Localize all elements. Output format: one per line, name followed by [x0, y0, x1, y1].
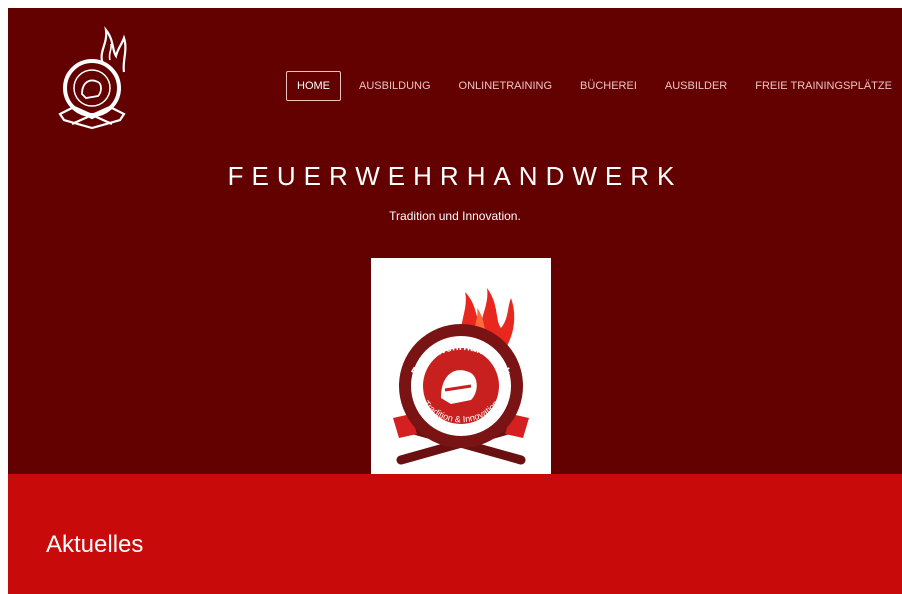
nav-item-ausbilder[interactable]: AUSBILDER	[651, 72, 741, 100]
nav-item-freie-trainingsplaetze[interactable]: FREIE TRAININGSPLÄTZE	[741, 72, 902, 100]
main-navigation: HOME AUSBILDUNG ONLINETRAINING BÜCHEREI …	[286, 71, 902, 101]
news-section: Aktuelles	[8, 474, 902, 594]
site-tagline: Tradition und Innovation.	[389, 209, 521, 223]
site-title: FEUERWEHRHANDWERK	[227, 161, 683, 191]
nav-item-home[interactable]: HOME	[286, 71, 341, 101]
page: HOME AUSBILDUNG ONLINETRAINING BÜCHEREI …	[0, 0, 902, 594]
site-logo-icon[interactable]	[48, 22, 138, 134]
nav-item-ausbildung[interactable]: AUSBILDUNG	[345, 72, 445, 100]
news-heading: Aktuelles	[46, 531, 144, 558]
nav-item-buecherei[interactable]: BÜCHEREI	[566, 72, 651, 100]
hero-section: HOME AUSBILDUNG ONLINETRAINING BÜCHEREI …	[8, 8, 902, 474]
nav-item-onlinetraining[interactable]: ONLINETRAINING	[445, 72, 567, 100]
feuerwehrhandwerk-badge-icon: Feuerwehrhandwerk Tradition & Innovation	[393, 288, 529, 465]
badge-image: Feuerwehrhandwerk Tradition & Innovation	[371, 258, 551, 474]
